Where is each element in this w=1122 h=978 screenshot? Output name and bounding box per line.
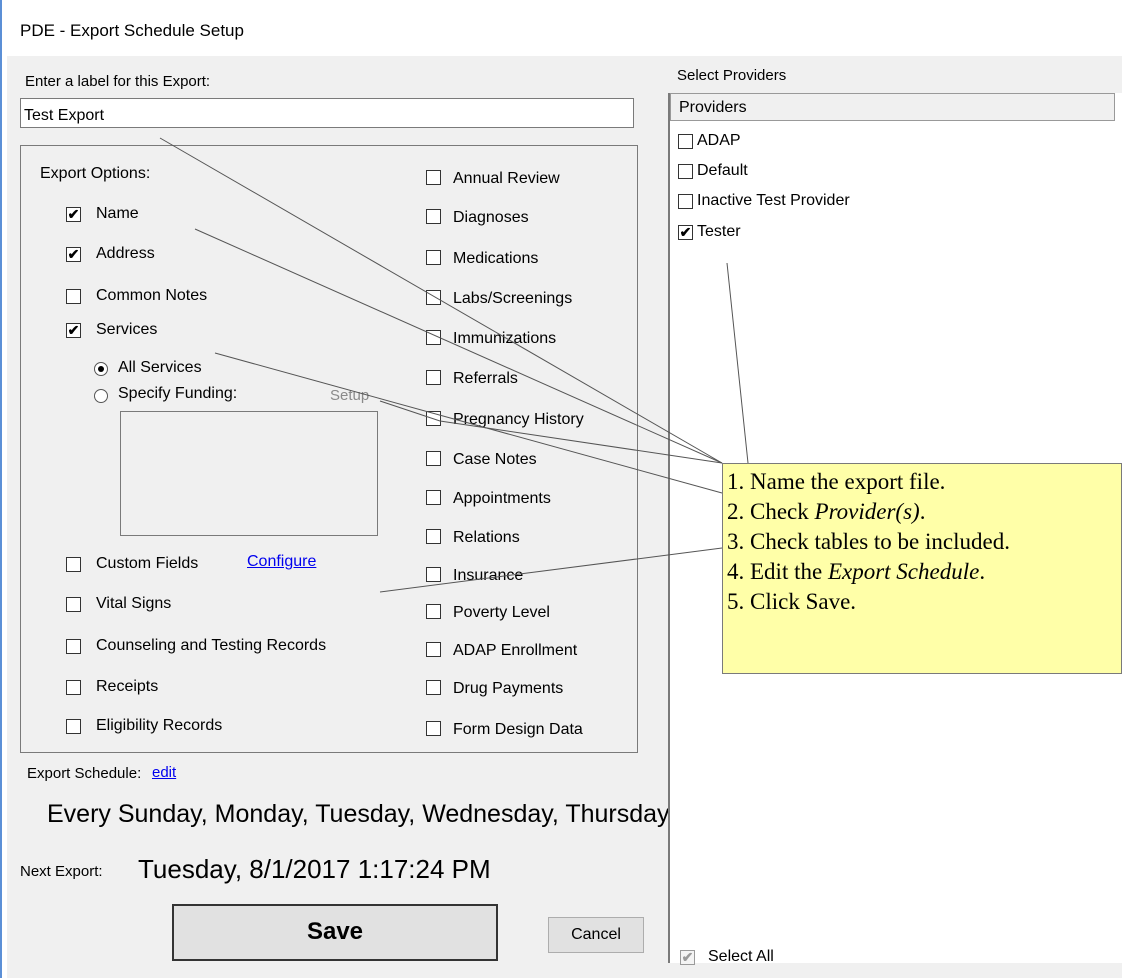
checkbox-immunizations[interactable] bbox=[426, 330, 441, 345]
option-label: Insurance bbox=[453, 567, 524, 584]
checkbox-form-design-data[interactable] bbox=[426, 721, 441, 736]
option-label: Eligibility Records bbox=[96, 717, 223, 734]
checkbox-case-notes[interactable] bbox=[426, 451, 441, 466]
checkbox-referrals[interactable] bbox=[426, 370, 441, 385]
callout-line: 5. Click Save. bbox=[727, 589, 857, 614]
callout-line: 1. Name the export file. bbox=[727, 469, 946, 494]
export-options-heading: Export Options: bbox=[40, 165, 151, 182]
checkbox-diagnoses[interactable] bbox=[426, 209, 441, 224]
checkbox-services[interactable]: ✔ bbox=[66, 323, 81, 338]
option-label: Labs/Screenings bbox=[453, 290, 573, 307]
checkbox-receipts[interactable] bbox=[66, 680, 81, 695]
select-all-label: Select All bbox=[708, 948, 774, 965]
checkbox-counseling-testing[interactable] bbox=[66, 639, 81, 654]
provider-label: Tester bbox=[697, 223, 741, 240]
next-export-value: Tuesday, 8/1/2017 1:17:24 PM bbox=[138, 854, 491, 884]
option-label: Relations bbox=[453, 529, 520, 546]
checkbox-common-notes[interactable] bbox=[66, 289, 81, 304]
provider-label: Inactive Test Provider bbox=[697, 192, 850, 209]
option-label: Case Notes bbox=[453, 451, 537, 468]
save-button[interactable]: Save bbox=[172, 904, 498, 961]
checkbox-appointments[interactable] bbox=[426, 490, 441, 505]
option-label: Annual Review bbox=[453, 170, 560, 187]
option-label: Services bbox=[96, 321, 158, 338]
checkbox-eligibility[interactable] bbox=[66, 719, 81, 734]
window-title: PDE - Export Schedule Setup bbox=[20, 21, 244, 40]
option-label: Poverty Level bbox=[453, 604, 550, 621]
export-label-input[interactable] bbox=[20, 98, 634, 128]
export-schedule-label: Export Schedule: bbox=[27, 765, 142, 782]
radio-all-services[interactable] bbox=[94, 362, 108, 376]
checkbox-provider-adap[interactable] bbox=[678, 134, 693, 149]
checkbox-address[interactable]: ✔ bbox=[66, 247, 81, 262]
option-label: Immunizations bbox=[453, 330, 557, 347]
option-label: Name bbox=[96, 205, 139, 222]
funding-list[interactable] bbox=[120, 411, 378, 536]
label-prompt: Enter a label for this Export: bbox=[25, 73, 211, 90]
provider-label: Default bbox=[697, 162, 748, 179]
option-label: Appointments bbox=[453, 490, 551, 507]
option-label: Drug Payments bbox=[453, 680, 564, 697]
radio-all-services-label: All Services bbox=[118, 359, 202, 376]
checkbox-name[interactable]: ✔ bbox=[66, 207, 81, 222]
checkbox-insurance[interactable] bbox=[426, 567, 441, 582]
schedule-edit-link[interactable]: edit bbox=[152, 764, 176, 781]
radio-specify-funding-label: Specify Funding: bbox=[118, 385, 238, 402]
window-border bbox=[0, 0, 2, 978]
provider-label: ADAP bbox=[697, 132, 741, 149]
select-providers-title: Select Providers bbox=[677, 67, 787, 84]
checkbox-poverty-level[interactable] bbox=[426, 604, 441, 619]
checkbox-provider-default[interactable] bbox=[678, 164, 693, 179]
callout-line: 4. Edit the Export Schedule. bbox=[727, 559, 986, 584]
checkbox-medications[interactable] bbox=[426, 250, 441, 265]
option-label: Referrals bbox=[453, 370, 518, 387]
checkbox-labs-screenings[interactable] bbox=[426, 290, 441, 305]
option-label: Medications bbox=[453, 250, 539, 267]
checkbox-select-all[interactable]: ✔ bbox=[680, 950, 695, 965]
next-export-label: Next Export: bbox=[20, 863, 103, 880]
checkbox-adap-enrollment[interactable] bbox=[426, 642, 441, 657]
option-label: Counseling and Testing Records bbox=[96, 637, 327, 654]
callout-line: 3. Check tables to be included. bbox=[727, 529, 1010, 554]
option-label: Vital Signs bbox=[96, 595, 172, 612]
option-label: ADAP Enrollment bbox=[453, 642, 578, 659]
configure-link[interactable]: Configure bbox=[247, 553, 316, 571]
radio-specify-funding[interactable] bbox=[94, 389, 108, 403]
callout-line: 2. Check Provider(s). bbox=[727, 499, 926, 524]
checkbox-annual-review[interactable] bbox=[426, 170, 441, 185]
checkbox-relations[interactable] bbox=[426, 529, 441, 544]
schedule-summary: Every Sunday, Monday, Tuesday, Wednesday… bbox=[47, 800, 670, 828]
instructions-callout: 1. Name the export file. 2. Check Provid… bbox=[722, 463, 1122, 674]
option-label: Form Design Data bbox=[453, 721, 583, 738]
checkbox-pregnancy-history[interactable] bbox=[426, 411, 441, 426]
option-label: Address bbox=[96, 245, 155, 262]
option-label: Diagnoses bbox=[453, 209, 529, 226]
checkbox-drug-payments[interactable] bbox=[426, 680, 441, 695]
cancel-button[interactable]: Cancel bbox=[548, 917, 644, 953]
option-label: Pregnancy History bbox=[453, 411, 584, 428]
option-label: Common Notes bbox=[96, 287, 208, 304]
option-label: Custom Fields bbox=[96, 555, 199, 572]
option-label: Receipts bbox=[96, 678, 159, 695]
providers-column-header[interactable]: Providers bbox=[670, 93, 1115, 121]
checkbox-custom-fields[interactable] bbox=[66, 557, 81, 572]
checkbox-provider-tester[interactable]: ✔ bbox=[678, 225, 693, 240]
checkbox-provider-inactive[interactable] bbox=[678, 194, 693, 209]
setup-link[interactable]: Setup bbox=[330, 387, 369, 404]
checkbox-vital-signs[interactable] bbox=[66, 597, 81, 612]
